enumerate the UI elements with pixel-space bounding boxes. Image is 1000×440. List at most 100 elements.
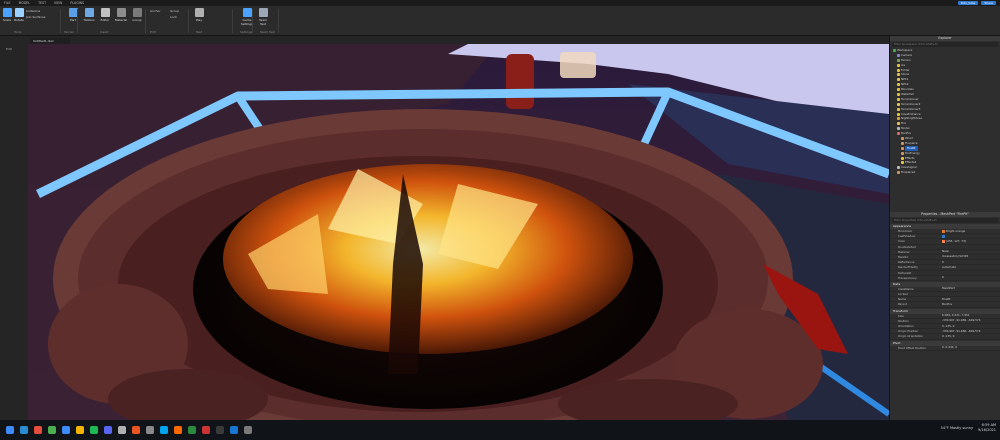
start-menu-icon[interactable] bbox=[6, 426, 14, 434]
property-value[interactable] bbox=[942, 245, 1000, 249]
property-name: Name bbox=[898, 297, 907, 302]
menu-item[interactable]: MODEL bbox=[15, 1, 35, 5]
ribbon-group-label: Insert bbox=[100, 30, 109, 34]
ribbon-small-item[interactable]: Lock bbox=[170, 15, 177, 19]
ribbon-button[interactable]: Material bbox=[114, 8, 128, 22]
user-badge[interactable]: Ddn_tube bbox=[957, 1, 979, 5]
taskbar-app-icon[interactable] bbox=[104, 426, 112, 434]
system-tray: 54°F Mostly sunny 6:59 AM 9/16/2021 bbox=[941, 423, 996, 433]
property-value-text: FirePit bbox=[942, 297, 951, 301]
explorer-item-icon bbox=[897, 58, 900, 62]
clock[interactable]: 6:59 AM 9/16/2021 bbox=[978, 423, 996, 433]
left-panel-label[interactable]: Edit bbox=[6, 47, 12, 51]
menu-item[interactable]: PLUGINS bbox=[66, 1, 88, 5]
taskbar-app-icon[interactable] bbox=[216, 426, 224, 434]
taskbar-app-icon[interactable] bbox=[62, 426, 70, 434]
property-name: DoubleSided bbox=[898, 244, 916, 249]
explorer-item-icon bbox=[901, 156, 904, 160]
game-viewport[interactable] bbox=[28, 44, 889, 420]
taskbar-app-icon[interactable] bbox=[202, 426, 210, 434]
explorer-item-icon bbox=[897, 112, 900, 116]
taskbar-app-icon[interactable] bbox=[132, 426, 140, 434]
explorer-item-icon bbox=[897, 97, 900, 101]
property-value[interactable]: 0, 0.444, 0 bbox=[942, 346, 1000, 350]
explorer-panel: Explorer Filter workspace (Ctrl+Shift+X)… bbox=[889, 36, 1000, 212]
taskbar-app-icon[interactable] bbox=[76, 426, 84, 434]
taskbar-app-icon[interactable] bbox=[90, 426, 98, 434]
ribbon-button-icon bbox=[194, 8, 204, 17]
explorer-filter-input[interactable]: Filter workspace (Ctrl+Shift+X) bbox=[892, 42, 998, 47]
property-row[interactable]: Transparency 0 bbox=[890, 276, 1000, 281]
taskbar-app-icon[interactable] bbox=[20, 426, 28, 434]
property-value[interactable]: -330.907, 91.486, -649.574 bbox=[942, 329, 1000, 333]
ribbon-button-icon bbox=[116, 8, 126, 17]
ribbon-group-label: Settings bbox=[240, 30, 253, 34]
share-button[interactable]: Share bbox=[981, 1, 996, 5]
properties-filter-input[interactable]: Filter Properties (Ctrl+Shift+P) bbox=[892, 218, 998, 223]
taskbar-app-icon[interactable] bbox=[230, 426, 238, 434]
menu-item[interactable]: VIEW bbox=[50, 1, 66, 5]
ribbon-button[interactable]: Play bbox=[192, 8, 206, 22]
property-value[interactable] bbox=[942, 292, 1000, 296]
property-name: Orientation bbox=[898, 324, 914, 328]
taskbar-app-icon[interactable] bbox=[118, 426, 126, 434]
property-name: ClassName bbox=[898, 286, 914, 291]
ribbon-button-icon bbox=[258, 8, 268, 17]
property-value[interactable] bbox=[942, 271, 1000, 275]
explorer-item-icon bbox=[897, 88, 900, 92]
ribbon-button-label: Rotate bbox=[14, 18, 24, 22]
ribbon-button-label: Play bbox=[195, 18, 203, 22]
ribbon-button-label: Toolbox bbox=[83, 18, 95, 22]
ribbon-small-item[interactable]: Join Surfaces bbox=[26, 15, 45, 19]
menu-item[interactable]: FILE bbox=[0, 1, 15, 5]
property-name: MeshId bbox=[898, 254, 908, 259]
property-value[interactable]: -330.907, 91.486, -649.574 bbox=[942, 319, 1000, 323]
property-value[interactable]: rbxassetid://12345 bbox=[942, 255, 1000, 259]
ribbon-separator bbox=[145, 9, 146, 33]
property-value[interactable]: MeshPart bbox=[942, 287, 1000, 291]
weather-widget[interactable]: 54°F Mostly sunny bbox=[941, 426, 973, 430]
taskbar-app-icon[interactable] bbox=[174, 426, 182, 434]
property-value[interactable]: [255, 127, 73] bbox=[942, 239, 1000, 243]
ribbon-button[interactable]: Rotate bbox=[12, 8, 26, 22]
ribbon-small-item[interactable]: Collisions bbox=[26, 9, 40, 13]
property-value[interactable]: Automatic bbox=[942, 265, 1000, 269]
explorer-item-icon bbox=[897, 132, 900, 136]
explorer-title: Explorer bbox=[890, 36, 1000, 41]
property-value[interactable] bbox=[942, 234, 1000, 238]
property-row[interactable]: Origin Orientation 0, 135, 0 bbox=[890, 334, 1000, 340]
taskbar-app-icon[interactable] bbox=[188, 426, 196, 434]
checkbox[interactable] bbox=[942, 234, 945, 238]
property-value[interactable]: 0, 135, 0 bbox=[942, 334, 1000, 338]
ribbon-button-label: Editor bbox=[100, 18, 110, 22]
ribbon-small-item[interactable]: Group bbox=[170, 9, 179, 13]
property-value[interactable]: Bonfire bbox=[942, 302, 1000, 306]
ribbon-group-label: Terrain bbox=[64, 30, 75, 34]
taskbar-app-icon[interactable] bbox=[244, 426, 252, 434]
property-value[interactable]: FirePit bbox=[942, 297, 1000, 301]
explorer-item[interactable]: Fireplace2 bbox=[893, 170, 1000, 175]
ribbon-button-label: Material bbox=[114, 18, 128, 22]
property-row[interactable]: Pivot Offset Position 0, 0.444, 0 bbox=[890, 346, 1000, 351]
property-row[interactable]: Parent Bonfire bbox=[890, 302, 1000, 308]
ribbon-button[interactable]: Group bbox=[130, 8, 144, 22]
ribbon-button[interactable]: Team Test bbox=[256, 8, 270, 26]
property-value[interactable]: 0 bbox=[942, 260, 1000, 264]
property-value[interactable]: 0 bbox=[942, 276, 1000, 280]
ribbon-button[interactable]: Editor bbox=[98, 8, 112, 22]
property-value[interactable]: Bright orange bbox=[942, 229, 1000, 233]
property-name: Transparency bbox=[898, 275, 917, 280]
property-value-text: MeshPart bbox=[942, 286, 955, 291]
scene-render bbox=[28, 44, 889, 420]
ribbon-button[interactable]: Toolbox bbox=[82, 8, 96, 22]
property-name: RenderFidelity bbox=[898, 265, 918, 270]
property-value[interactable]: Neon bbox=[942, 250, 1000, 254]
taskbar-app-icon[interactable] bbox=[160, 426, 168, 434]
menu-item[interactable]: TEST bbox=[34, 1, 50, 5]
taskbar-app-icon[interactable] bbox=[34, 426, 42, 434]
taskbar-app-icon[interactable] bbox=[48, 426, 56, 434]
ribbon-small-item[interactable]: Anchor bbox=[150, 9, 161, 13]
taskbar-app-icon[interactable] bbox=[146, 426, 154, 434]
property-value[interactable]: 6.069, 0.221, 7.951 bbox=[942, 314, 1000, 318]
property-value[interactable]: 0, 135, 0 bbox=[942, 324, 1000, 328]
